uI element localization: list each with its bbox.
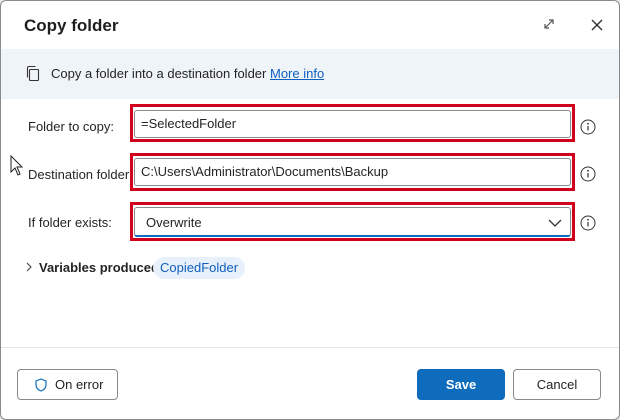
on-error-label: On error (55, 377, 104, 392)
cancel-button[interactable]: Cancel (513, 369, 601, 400)
shield-icon (35, 378, 47, 392)
info-icon[interactable] (580, 215, 596, 231)
dialog-titlebar: Copy folder (1, 1, 619, 49)
info-icon[interactable] (580, 166, 596, 182)
close-icon[interactable] (587, 15, 607, 35)
if-folder-exists-label: If folder exists: (28, 215, 112, 230)
if-folder-exists-dropdown[interactable]: Overwrite (134, 207, 571, 237)
footer-divider (1, 347, 619, 348)
variable-chip[interactable]: CopiedFolder (153, 257, 246, 279)
destination-folder-label: Destination folder: (28, 167, 133, 182)
folder-to-copy-label: Folder to copy: (28, 119, 114, 134)
chevron-down-icon (548, 219, 562, 227)
copy-folder-dialog: Copy folder Copy a folder into a destina… (0, 0, 620, 420)
save-button[interactable]: Save (417, 369, 505, 400)
mouse-cursor-icon (10, 155, 24, 176)
info-icon[interactable] (580, 119, 596, 135)
destination-folder-input[interactable]: C:\Users\Administrator\Documents\Backup (134, 158, 571, 186)
more-info-link[interactable]: More info (270, 66, 324, 81)
banner-text: Copy a folder into a destination folder … (51, 66, 324, 81)
banner-description: Copy a folder into a destination folder (51, 66, 267, 81)
dialog-title: Copy folder (24, 16, 119, 35)
variables-produced-label: Variables produced (39, 260, 159, 275)
info-banner: Copy a folder into a destination folder … (1, 49, 619, 99)
dropdown-selected-value: Overwrite (146, 215, 202, 230)
copy-icon (26, 65, 40, 82)
on-error-button[interactable]: On error (17, 369, 118, 400)
expand-icon[interactable] (540, 15, 558, 33)
folder-to-copy-input[interactable]: =SelectedFolder (134, 110, 571, 138)
chevron-right-icon[interactable] (25, 262, 33, 272)
